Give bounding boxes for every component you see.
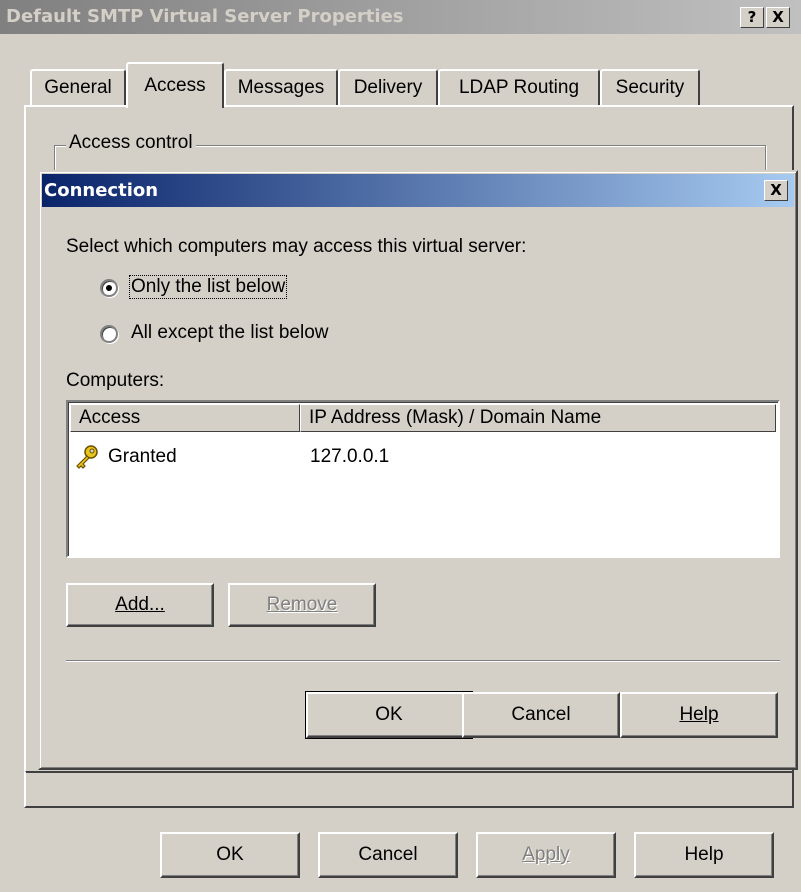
row-access-value: Granted	[108, 446, 177, 467]
tab-access[interactable]: Access	[126, 62, 224, 108]
add-button[interactable]: Add...	[66, 583, 214, 627]
outer-help-button[interactable]: Help	[634, 832, 774, 878]
tab-ldap-routing[interactable]: LDAP Routing	[438, 69, 600, 105]
connection-close-button[interactable]: X	[764, 180, 788, 201]
outer-bottom-strip	[24, 772, 794, 808]
connection-cancel-button[interactable]: Cancel	[462, 692, 620, 738]
outer-close-button[interactable]: X	[766, 7, 790, 28]
computers-label: Computers:	[66, 370, 165, 391]
radio-only-list[interactable]	[100, 279, 118, 297]
radio-selected-dot	[106, 285, 112, 291]
tab-messages[interactable]: Messages	[224, 69, 338, 105]
outer-dialog-title: Default SMTP Virtual Server Properties	[6, 6, 404, 27]
access-prompt: Select which computers may access this v…	[66, 236, 527, 257]
connection-help-button[interactable]: Help	[620, 692, 778, 738]
outer-apply-button[interactable]: Apply	[476, 832, 616, 878]
outer-cancel-button[interactable]: Cancel	[318, 832, 458, 878]
outer-ok-button[interactable]: OK	[160, 832, 300, 878]
row-address-value: 127.0.0.1	[310, 446, 390, 467]
radio-all-except-label[interactable]: All except the list below	[131, 322, 329, 344]
column-header-access[interactable]: Access	[70, 404, 300, 432]
key-icon	[74, 444, 100, 470]
tab-security[interactable]: Security	[600, 69, 700, 105]
separator-line	[66, 660, 780, 662]
connection-ok-button[interactable]: OK	[305, 691, 473, 739]
help-title-button[interactable]: ?	[740, 7, 764, 28]
connection-dialog-title: Connection	[44, 180, 159, 201]
column-header-address[interactable]: IP Address (Mask) / Domain Name	[300, 404, 776, 432]
tab-general[interactable]: General	[30, 69, 126, 105]
tab-delivery[interactable]: Delivery	[338, 69, 438, 105]
table-row[interactable]: Granted 127.0.0.1	[72, 442, 774, 472]
remove-button[interactable]: Remove	[228, 583, 376, 627]
radio-only-list-label[interactable]: Only the list below	[128, 275, 288, 299]
access-control-label: Access control	[66, 132, 196, 154]
radio-all-except[interactable]	[100, 325, 118, 343]
